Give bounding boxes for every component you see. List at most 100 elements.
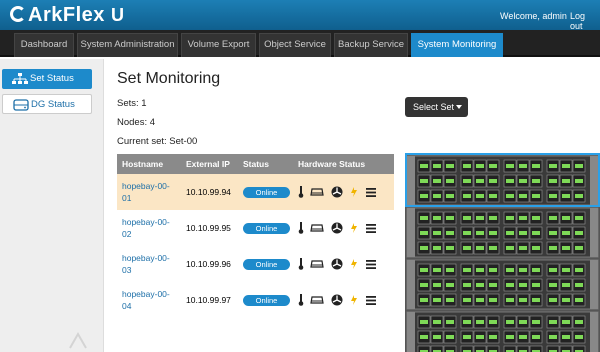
drive-bay[interactable] [443, 241, 457, 255]
drive-bay[interactable] [559, 345, 573, 352]
drive-bay[interactable] [572, 315, 586, 329]
drive-bay[interactable] [486, 263, 500, 277]
drive-bay[interactable] [516, 293, 530, 307]
drive-bay[interactable] [417, 315, 431, 329]
drive-bay[interactable] [529, 211, 543, 225]
drive-bay[interactable] [559, 278, 573, 292]
fan-icon[interactable] [331, 186, 343, 198]
drive-bay[interactable] [572, 263, 586, 277]
drive-bay[interactable] [473, 330, 487, 344]
power-icon[interactable] [349, 294, 359, 306]
drive-bay[interactable] [546, 263, 560, 277]
menu-icon[interactable] [365, 223, 376, 233]
drive-bay[interactable] [559, 293, 573, 307]
drive-bay[interactable] [430, 226, 444, 240]
drive-bay[interactable] [503, 211, 517, 225]
drive-bay[interactable] [417, 211, 431, 225]
drive-bay[interactable] [559, 263, 573, 277]
drive-bay[interactable] [486, 293, 500, 307]
drive-bay[interactable] [529, 293, 543, 307]
power-icon[interactable] [349, 186, 359, 198]
drive-bay[interactable] [460, 278, 474, 292]
logout-link[interactable]: Log out [570, 11, 600, 31]
hostname-link[interactable]: hopebay-00- 03 [122, 252, 181, 276]
drive-bay[interactable] [572, 330, 586, 344]
fan-icon[interactable] [331, 222, 343, 234]
drive-bay[interactable] [460, 293, 474, 307]
drive-bay[interactable] [443, 315, 457, 329]
hostname-cell[interactable]: hopebay-00- 01 [117, 174, 181, 210]
table-row[interactable]: hopebay-00- 03 10.10.99.96 Online [117, 246, 394, 282]
drive-bay[interactable] [546, 345, 560, 352]
drive-bay[interactable] [572, 226, 586, 240]
drive-bay[interactable] [443, 345, 457, 352]
disk-drive-icon[interactable] [310, 259, 325, 269]
tab-object-service[interactable]: Object Service [259, 33, 331, 57]
drive-bay[interactable] [529, 263, 543, 277]
table-row[interactable]: hopebay-00- 02 10.10.99.95 Online [117, 210, 394, 246]
drive-bay[interactable] [460, 263, 474, 277]
drive-bay[interactable] [516, 345, 530, 352]
drive-bay[interactable] [486, 345, 500, 352]
drive-bay[interactable] [546, 315, 560, 329]
hostname-link[interactable]: hopebay-00- 01 [122, 180, 181, 204]
drive-bay[interactable] [460, 226, 474, 240]
drive-bay[interactable] [417, 345, 431, 352]
disk-drive-icon[interactable] [310, 223, 325, 233]
table-row[interactable]: hopebay-00- 04 10.10.99.97 Online [117, 282, 394, 318]
drive-bay[interactable] [417, 241, 431, 255]
server-chassis[interactable] [406, 207, 599, 258]
drive-bay[interactable] [473, 263, 487, 277]
drive-bay[interactable] [486, 226, 500, 240]
server-chassis[interactable] [406, 311, 599, 352]
drive-bay[interactable] [430, 293, 444, 307]
tab-system-monitoring[interactable]: System Monitoring [411, 33, 503, 57]
menu-icon[interactable] [365, 295, 376, 305]
drive-bay[interactable] [516, 226, 530, 240]
drive-bay[interactable] [546, 330, 560, 344]
drive-bay[interactable] [430, 345, 444, 352]
drive-bay[interactable] [572, 345, 586, 352]
tab-system-administration[interactable]: System Administration [77, 33, 178, 57]
drive-bay[interactable] [503, 315, 517, 329]
drive-bay[interactable] [503, 226, 517, 240]
disk-drive-icon[interactable] [310, 187, 325, 197]
drive-bay[interactable] [516, 211, 530, 225]
drive-bay[interactable] [486, 211, 500, 225]
drive-bay[interactable] [417, 263, 431, 277]
tab-dashboard[interactable]: Dashboard [14, 33, 74, 57]
drive-bay[interactable] [546, 278, 560, 292]
drive-bay[interactable] [516, 315, 530, 329]
drive-bay[interactable] [529, 330, 543, 344]
drive-bay[interactable] [473, 345, 487, 352]
drive-bay[interactable] [443, 293, 457, 307]
drive-bay[interactable] [529, 226, 543, 240]
drive-bay[interactable] [572, 293, 586, 307]
drive-bay[interactable] [430, 263, 444, 277]
drive-bay[interactable] [572, 211, 586, 225]
drive-bay[interactable] [430, 315, 444, 329]
drive-bay[interactable] [516, 241, 530, 255]
server-chassis[interactable] [406, 259, 599, 310]
drive-bay[interactable] [473, 315, 487, 329]
drive-bay[interactable] [430, 211, 444, 225]
drive-bay[interactable] [460, 345, 474, 352]
hostname-link[interactable]: hopebay-00- 04 [122, 288, 181, 312]
drive-bay[interactable] [430, 241, 444, 255]
drive-bay[interactable] [443, 226, 457, 240]
drive-bay[interactable] [443, 330, 457, 344]
menu-icon[interactable] [365, 259, 376, 269]
drive-bay[interactable] [503, 330, 517, 344]
thermometer-icon[interactable] [298, 294, 304, 306]
drive-bay[interactable] [503, 241, 517, 255]
drive-bay[interactable] [417, 293, 431, 307]
drive-bay[interactable] [417, 226, 431, 240]
sidebar-item-set-status[interactable]: Set Status [2, 69, 92, 89]
drive-bay[interactable] [516, 263, 530, 277]
drive-bay[interactable] [473, 211, 487, 225]
drive-bay[interactable] [529, 345, 543, 352]
hostname-cell[interactable]: hopebay-00- 02 [117, 210, 181, 246]
power-icon[interactable] [349, 258, 359, 270]
drive-bay[interactable] [559, 241, 573, 255]
drive-bay[interactable] [417, 278, 431, 292]
